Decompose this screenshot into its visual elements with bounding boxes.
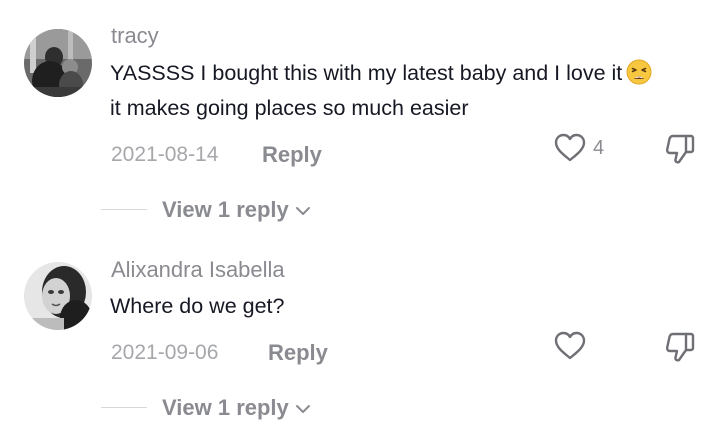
dislike-button[interactable]	[664, 330, 696, 369]
heart-outline-icon	[554, 331, 586, 360]
weary-face-emoji-icon	[626, 59, 652, 85]
avatar-image	[24, 262, 92, 330]
like-button[interactable]	[553, 132, 587, 169]
divider	[101, 407, 147, 408]
view-replies-label: View 1 reply	[162, 197, 289, 222]
comment-item: Alixandra Isabella Where do we get? 2021…	[0, 232, 720, 438]
view-replies-button[interactable]: View 1 reply	[162, 395, 311, 421]
view-replies-label: View 1 reply	[162, 395, 289, 420]
view-replies-button[interactable]: View 1 reply	[162, 197, 311, 223]
comment-username[interactable]: Alixandra Isabella	[111, 257, 285, 283]
comment-username[interactable]: tracy	[111, 23, 159, 49]
comment-text-line: YASSSS I bought this with my latest baby…	[110, 61, 623, 85]
chevron-down-icon	[295, 405, 310, 414]
like-button[interactable]	[553, 330, 587, 367]
avatar[interactable]	[24, 29, 92, 97]
comment-item: tracy YASSSS I bought this with my lates…	[0, 0, 720, 232]
chevron-down-icon	[295, 207, 310, 216]
thumbs-down-icon	[665, 134, 695, 164]
comment-text-line: Where do we get?	[110, 294, 285, 318]
heart-outline-icon	[554, 133, 586, 162]
avatar-image	[24, 29, 92, 97]
comment-date: 2021-08-14	[111, 143, 219, 166]
reply-button[interactable]: Reply	[268, 340, 328, 366]
like-count: 4	[593, 137, 605, 159]
comment-text: YASSSS I bought this with my latest baby…	[110, 56, 652, 90]
reply-button[interactable]: Reply	[262, 142, 322, 168]
thumbs-down-icon	[665, 332, 695, 362]
dislike-button[interactable]	[664, 132, 696, 171]
comment-date: 2021-09-06	[111, 341, 219, 364]
comment-text-line: it makes going places so much easier	[110, 96, 469, 120]
avatar[interactable]	[24, 262, 92, 330]
divider	[101, 209, 147, 210]
